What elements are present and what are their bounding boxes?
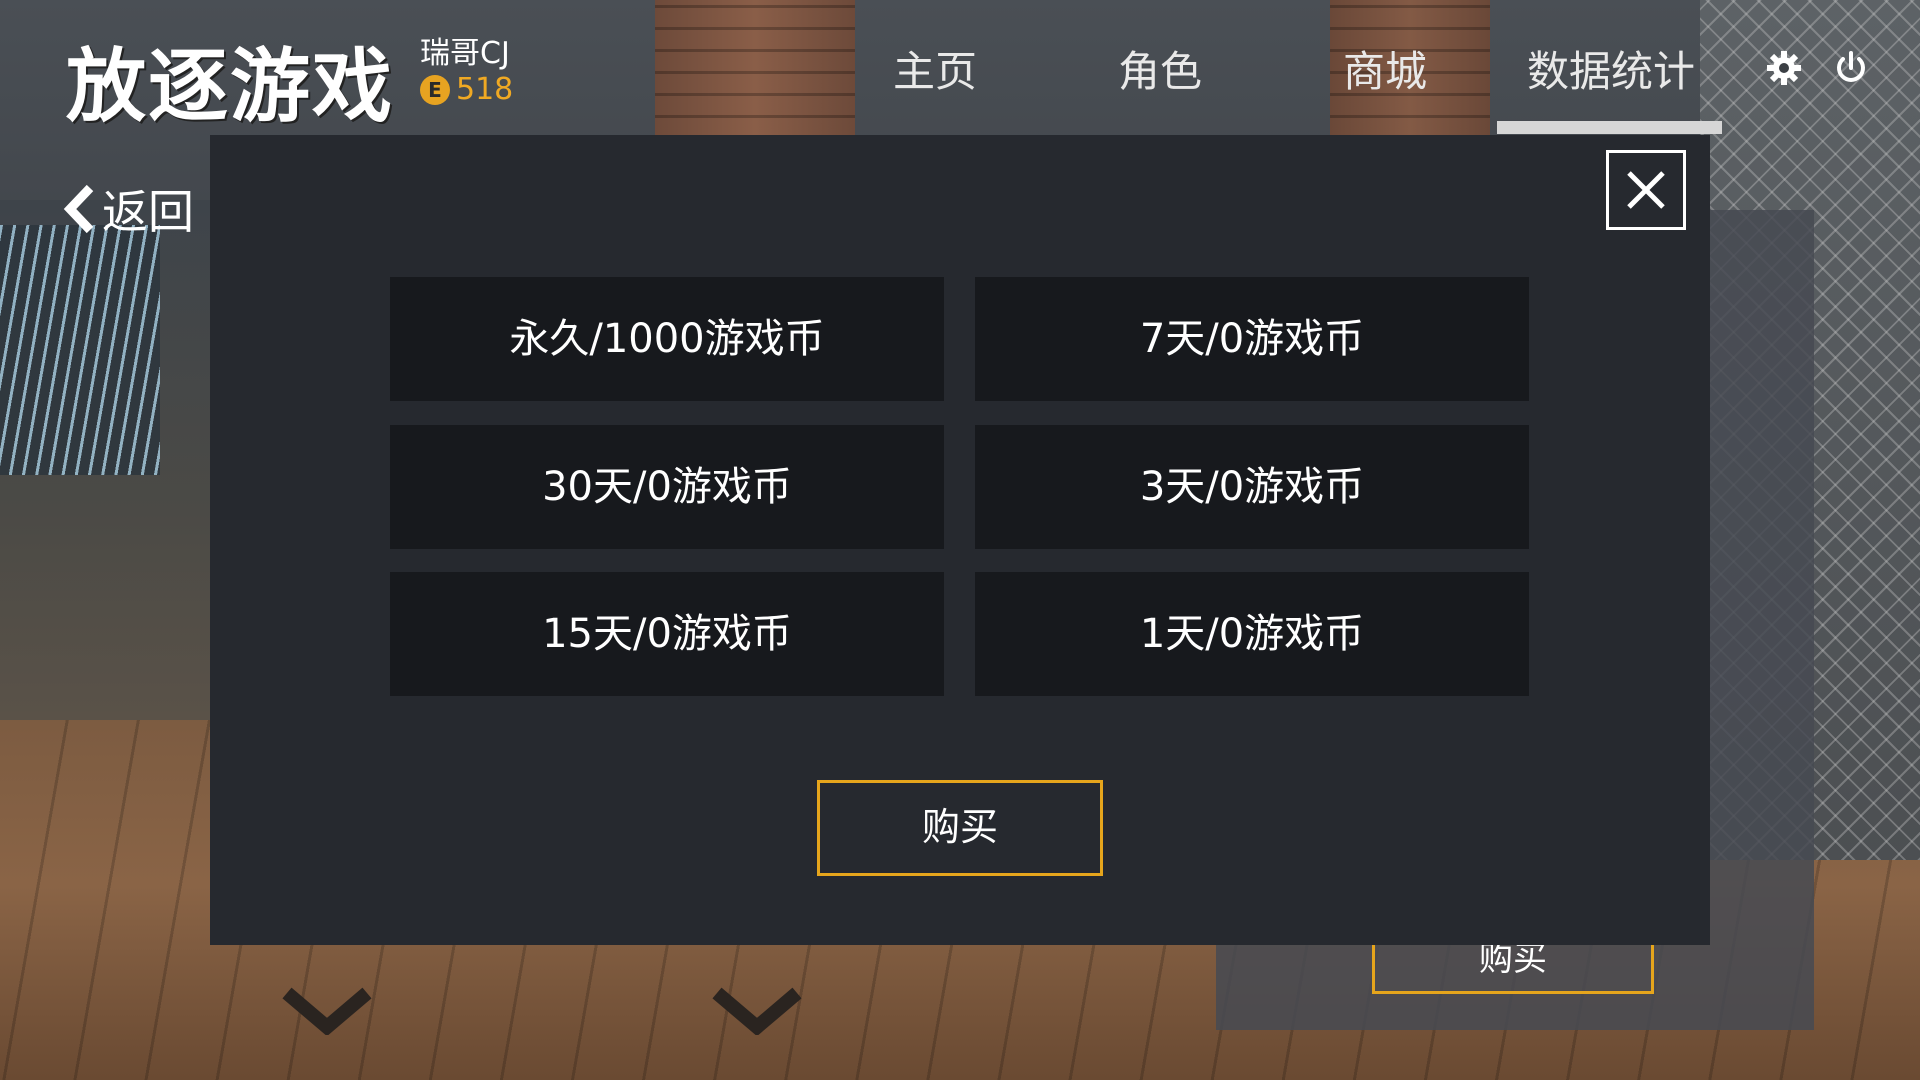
back-button[interactable]: 返回 (62, 176, 194, 242)
option-permanent[interactable]: 永久/1000游戏币 (390, 277, 944, 401)
chevron-left-icon (63, 184, 94, 234)
close-button[interactable] (1606, 150, 1686, 230)
close-icon (1627, 171, 1665, 209)
tab-home[interactable]: 主页 (893, 38, 977, 99)
buy-button[interactable]: 购买 (817, 780, 1103, 876)
gear-icon[interactable] (1764, 48, 1804, 88)
tab-store[interactable]: 商城 (1343, 38, 1427, 99)
chevron-down-icon (712, 987, 802, 1035)
user-name: 瑞哥CJ (420, 36, 510, 71)
option-15-days[interactable]: 15天/0游戏币 (390, 572, 944, 696)
option-30-days[interactable]: 30天/0游戏币 (390, 425, 944, 549)
option-7-days[interactable]: 7天/0游戏币 (975, 277, 1529, 401)
coin-value: 518 (456, 72, 514, 107)
window-shutter (0, 225, 160, 475)
option-1-day[interactable]: 1天/0游戏币 (975, 572, 1529, 696)
power-icon[interactable] (1831, 48, 1871, 88)
active-tab-indicator (1497, 121, 1722, 134)
tab-character[interactable]: 角色 (1118, 38, 1202, 99)
coin-balance: E 518 (420, 72, 513, 107)
top-nav-bar: 放逐游戏 瑞哥CJ E 518 主页 角色 商城 数据统计 (0, 0, 1920, 135)
back-label: 返回 (102, 185, 194, 239)
chevron-down-icon (282, 987, 372, 1035)
game-logo: 放逐游戏 (66, 40, 394, 133)
option-3-days[interactable]: 3天/0游戏币 (975, 425, 1529, 549)
coin-icon: E (420, 74, 450, 105)
tab-statistics[interactable]: 数据统计 (1527, 38, 1695, 99)
